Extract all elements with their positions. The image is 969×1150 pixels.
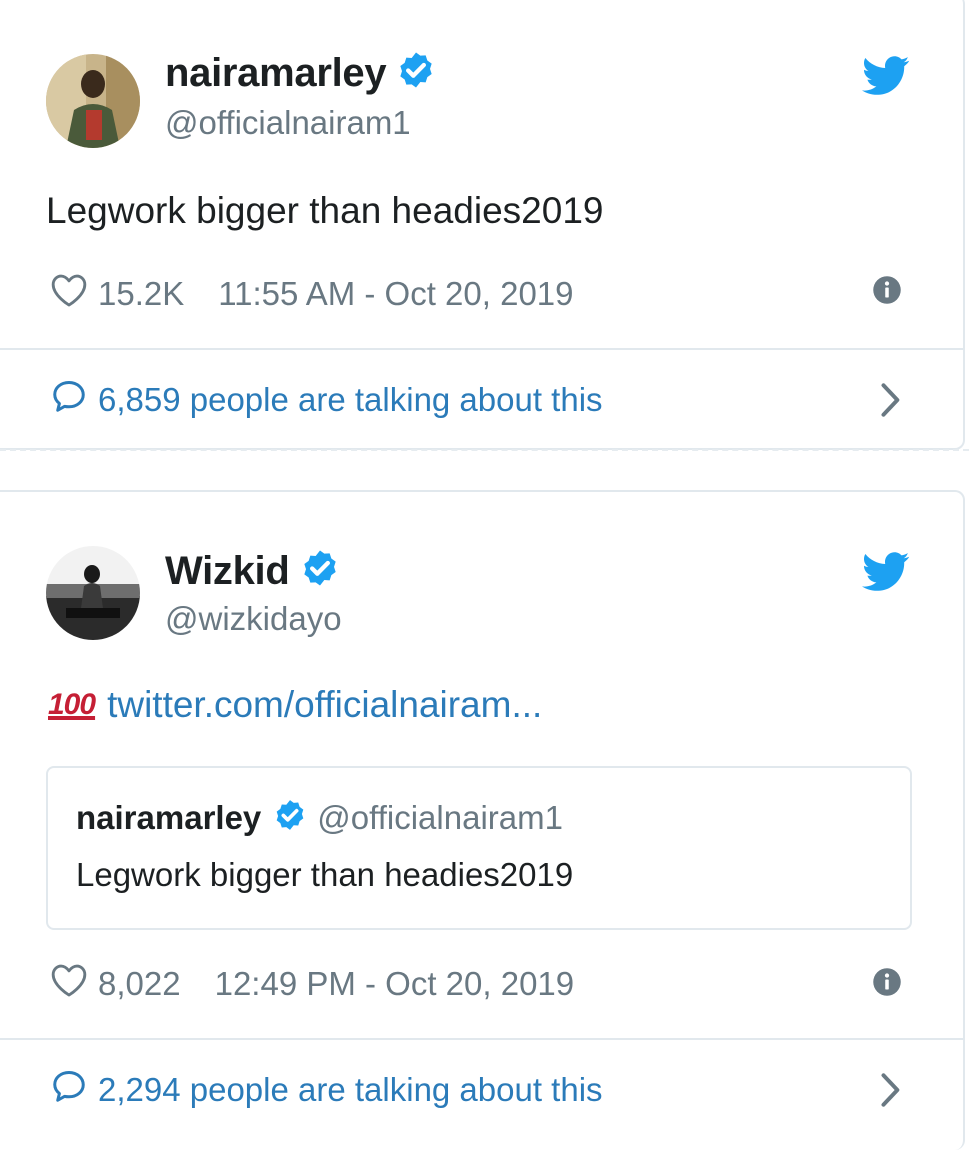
chevron-right-icon[interactable] — [878, 1072, 902, 1113]
talking-about-text: 6,859 people are talking about this — [98, 381, 603, 418]
talking-about-text: 2,294 people are talking about this — [98, 1071, 603, 1108]
avatar-image — [46, 54, 140, 148]
talking-about-link[interactable]: 6,859 people are talking about this — [50, 378, 603, 422]
tweet-card-wizkid: Wizkid @wizkidayo 100 twitter.com/offici… — [0, 490, 965, 1150]
verified-badge-icon — [273, 798, 307, 837]
like-count[interactable]: 8,022 — [98, 965, 181, 1003]
tweet-link[interactable]: twitter.com/officialnairam... — [107, 684, 542, 726]
like-count[interactable]: 15.2K — [98, 275, 184, 313]
feed-separator — [0, 449, 969, 451]
chevron-right-icon[interactable] — [878, 382, 902, 423]
avatar-image — [46, 546, 140, 640]
quoted-tweet-header: nairamarley @officialnairam1 — [76, 798, 563, 837]
hundred-points-emoji: 100 — [48, 688, 96, 721]
tweet-timestamp[interactable]: 12:49 PM - Oct 20, 2019 — [215, 965, 575, 1003]
heart-icon[interactable] — [50, 272, 88, 316]
user-name[interactable]: nairamarley — [165, 50, 436, 100]
user-name-text: nairamarley — [165, 51, 387, 95]
tweet-timestamp[interactable]: 11:55 AM - Oct 20, 2019 — [218, 275, 573, 313]
avatar-wizkid[interactable] — [46, 546, 140, 640]
twitter-bird-icon[interactable] — [862, 552, 910, 597]
tweet-card-nairamarley: nairamarley @officialnairam1 Legwork big… — [0, 0, 965, 450]
user-handle[interactable]: @wizkidayo — [165, 600, 342, 638]
verified-badge-icon — [300, 548, 340, 598]
info-icon[interactable] — [872, 967, 902, 1002]
quoted-user-handle: @officialnairam1 — [317, 798, 563, 836]
verified-badge-icon — [396, 50, 436, 100]
tweet-meta: 15.2K 11:55 AM - Oct 20, 2019 — [50, 272, 574, 316]
tweet-meta: 8,022 12:49 PM - Oct 20, 2019 — [50, 962, 574, 1006]
quoted-user-name: nairamarley — [76, 798, 262, 836]
user-name-text: Wizkid — [165, 549, 290, 593]
card-divider — [0, 348, 963, 350]
heart-icon[interactable] — [50, 962, 88, 1006]
tweet-text: Legwork bigger than headies2019 — [46, 190, 604, 231]
card-divider — [0, 1038, 963, 1040]
talking-about-link[interactable]: 2,294 people are talking about this — [50, 1068, 603, 1112]
avatar-nairamarley[interactable] — [46, 54, 140, 148]
user-handle[interactable]: @officialnairam1 — [165, 104, 411, 142]
comment-bubble-icon — [50, 378, 88, 422]
comment-bubble-icon — [50, 1068, 88, 1112]
quoted-tweet-text: Legwork bigger than headies2019 — [76, 856, 574, 893]
user-name[interactable]: Wizkid — [165, 548, 340, 598]
tweet-body: 100 twitter.com/officialnairam... — [48, 684, 542, 726]
quoted-tweet[interactable]: nairamarley @officialnairam1 Legwork big… — [46, 766, 912, 930]
twitter-bird-icon[interactable] — [862, 56, 910, 101]
info-icon[interactable] — [872, 275, 902, 310]
